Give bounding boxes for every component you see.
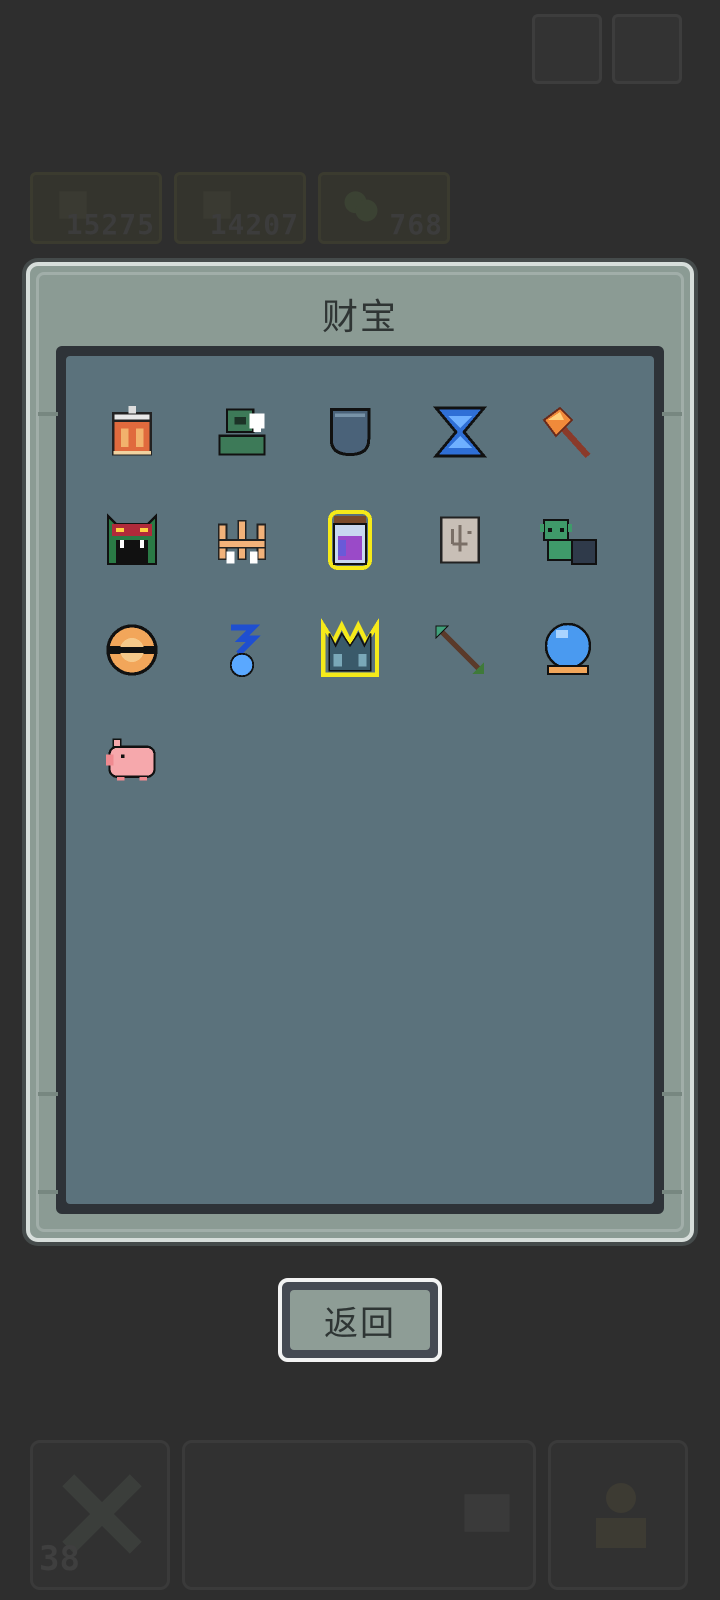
treasure-crystal-ball[interactable]	[528, 610, 608, 690]
drum-icon	[112, 405, 152, 456]
panel-rail-left-bottom2	[38, 1190, 58, 1194]
panel-rail-right-top	[662, 412, 682, 416]
treasure-drum[interactable]	[92, 392, 172, 472]
helmet-icon	[218, 408, 266, 456]
spiked-crown-icon	[321, 618, 379, 677]
spirit-icon	[229, 624, 261, 678]
goblin-icon	[540, 519, 597, 565]
background-bottom-right-card	[548, 1440, 688, 1590]
person-icon	[596, 1483, 646, 1548]
crown-icon	[217, 519, 267, 564]
hourglass-icon	[433, 406, 487, 458]
resource-ore-value: 14207	[209, 208, 299, 241]
herb-icon	[344, 191, 378, 222]
background-resource-ore: 14207	[174, 172, 306, 244]
panel-title: 财宝	[321, 297, 398, 338]
background-level: 38	[39, 1539, 80, 1579]
treasure-orb-ring[interactable]	[92, 610, 172, 690]
resource-wood-value: 15275	[65, 208, 155, 241]
back-button[interactable]: 返回	[278, 1278, 442, 1362]
treasure-spiked-crown[interactable]	[310, 610, 390, 690]
background-settings-button	[612, 14, 682, 84]
treasure-piggy[interactable]	[92, 718, 172, 798]
treasure-iron-shield[interactable]	[310, 392, 390, 472]
book-icon	[464, 1494, 510, 1532]
back-button-label: 返回	[290, 1290, 430, 1350]
treasure-demon-mask[interactable]	[92, 500, 172, 580]
background-resource-wood: 15275	[30, 172, 162, 244]
arrow-icon	[435, 625, 484, 674]
treasure-crown[interactable]	[202, 500, 282, 580]
treasure-goblin-sack[interactable]	[528, 500, 608, 580]
resource-herb-value: 768	[389, 208, 443, 241]
panel-rail-right-bottom	[662, 1092, 682, 1096]
piggy-icon	[105, 738, 156, 781]
demon-mask-icon	[106, 513, 158, 566]
treasure-arrow[interactable]	[420, 610, 500, 690]
treasure-old-map[interactable]	[420, 500, 500, 580]
shield-icon	[329, 408, 371, 457]
ring-orb-icon	[106, 624, 158, 676]
potion-jar-icon	[328, 510, 372, 570]
treasure-hourglass[interactable]	[420, 392, 500, 472]
axe-icon	[542, 406, 591, 459]
crystal-ball-icon	[544, 622, 592, 675]
treasure-battle-axe[interactable]	[528, 392, 608, 472]
background-bottom-center-card	[182, 1440, 536, 1590]
scroll-map-icon	[440, 516, 480, 564]
background-resource-herb: 768	[318, 172, 450, 244]
treasure-blue-spirit[interactable]	[202, 610, 282, 690]
background-map-button	[532, 14, 602, 84]
panel-rail-left-bottom	[38, 1092, 58, 1096]
panel-rail-left-top	[38, 412, 58, 416]
background-bottom-left-card: 38	[30, 1440, 170, 1590]
treasure-potion-jar[interactable]	[310, 500, 390, 580]
treasure-green-helmet[interactable]	[202, 392, 282, 472]
panel-rail-right-bottom2	[662, 1190, 682, 1194]
